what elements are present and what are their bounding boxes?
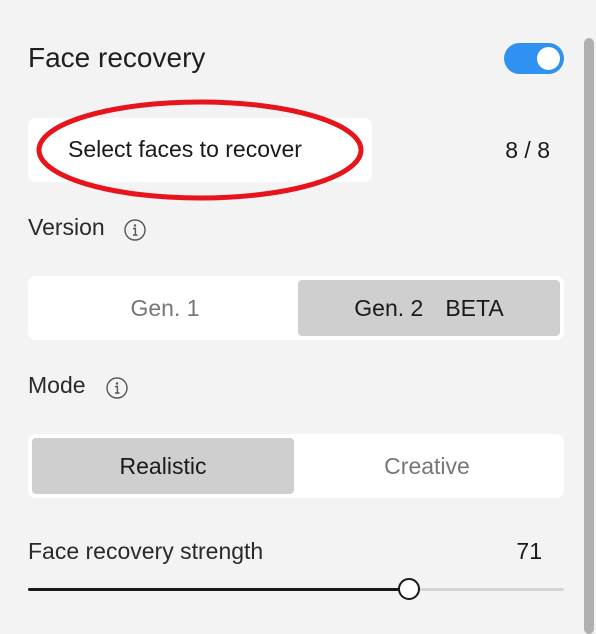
face-recovery-title: Face recovery — [28, 42, 206, 73]
face-recovery-toggle[interactable] — [504, 43, 564, 74]
info-icon[interactable] — [106, 377, 128, 399]
strength-value: 71 — [516, 538, 542, 564]
mode-label: Mode — [28, 372, 86, 398]
version-gen2-button[interactable]: Gen. 2 BETA — [298, 280, 560, 336]
version-selector: Gen. 1 Gen. 2 BETA — [28, 276, 564, 340]
scrollbar-thumb[interactable] — [584, 38, 594, 634]
faces-count: 8 / 8 — [505, 137, 550, 163]
mode-creative-label: Creative — [384, 452, 470, 479]
version-gen2-label: Gen. 2 — [354, 294, 424, 321]
strength-slider-fill — [28, 588, 409, 591]
version-gen1-button[interactable]: Gen. 1 — [32, 280, 298, 336]
mode-creative-button[interactable]: Creative — [294, 438, 560, 494]
beta-badge: BETA — [445, 294, 504, 321]
strength-slider-thumb[interactable] — [397, 578, 420, 600]
mode-selector: Realistic Creative — [28, 434, 564, 498]
mode-realistic-label: Realistic — [119, 452, 207, 479]
strength-label: Face recovery strength — [28, 538, 264, 564]
select-faces-button[interactable]: Select faces to recover — [28, 118, 372, 182]
version-label: Version — [28, 214, 105, 240]
face-recovery-panel: Face recovery Select faces to recover 8 … — [0, 0, 582, 634]
select-faces-label: Select faces to recover — [68, 136, 302, 162]
version-gen1-label: Gen. 1 — [130, 294, 200, 321]
info-icon[interactable] — [124, 219, 146, 241]
mode-realistic-button[interactable]: Realistic — [32, 438, 294, 494]
strength-slider[interactable] — [28, 578, 564, 600]
toggle-knob — [537, 47, 560, 70]
